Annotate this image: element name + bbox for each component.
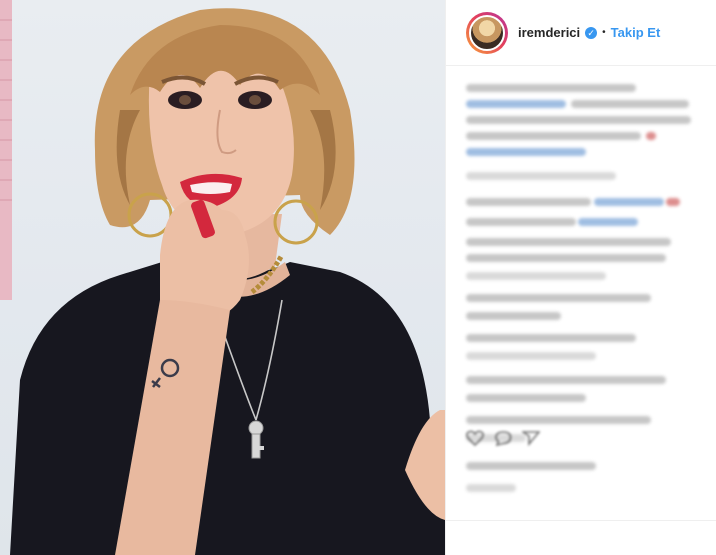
profile-avatar[interactable]	[466, 11, 508, 54]
share-icon[interactable]	[522, 430, 540, 446]
verified-icon: ✓	[585, 26, 598, 39]
avatar-image	[469, 14, 505, 51]
post-photo[interactable]	[0, 0, 445, 555]
separator-dot: •	[602, 27, 606, 38]
post-header: iremderici ✓ • Takip Et	[446, 0, 716, 66]
blurred-timestamp	[466, 484, 516, 492]
username-link[interactable]: iremderici	[518, 25, 580, 40]
teeth	[190, 182, 232, 194]
instagram-post: iremderici ✓ • Takip Et	[0, 0, 716, 555]
comment-input-divider	[446, 520, 716, 521]
comment-icon[interactable]	[494, 430, 512, 446]
follow-button[interactable]: Takip Et	[611, 25, 661, 40]
blurred-likes	[466, 462, 596, 470]
post-sidebar: iremderici ✓ • Takip Et	[445, 0, 716, 555]
heart-icon[interactable]	[466, 430, 484, 446]
action-bar	[466, 430, 540, 446]
background-strip	[0, 0, 12, 300]
right-hoop-earring	[273, 199, 319, 245]
portrait-illustration	[0, 0, 445, 555]
